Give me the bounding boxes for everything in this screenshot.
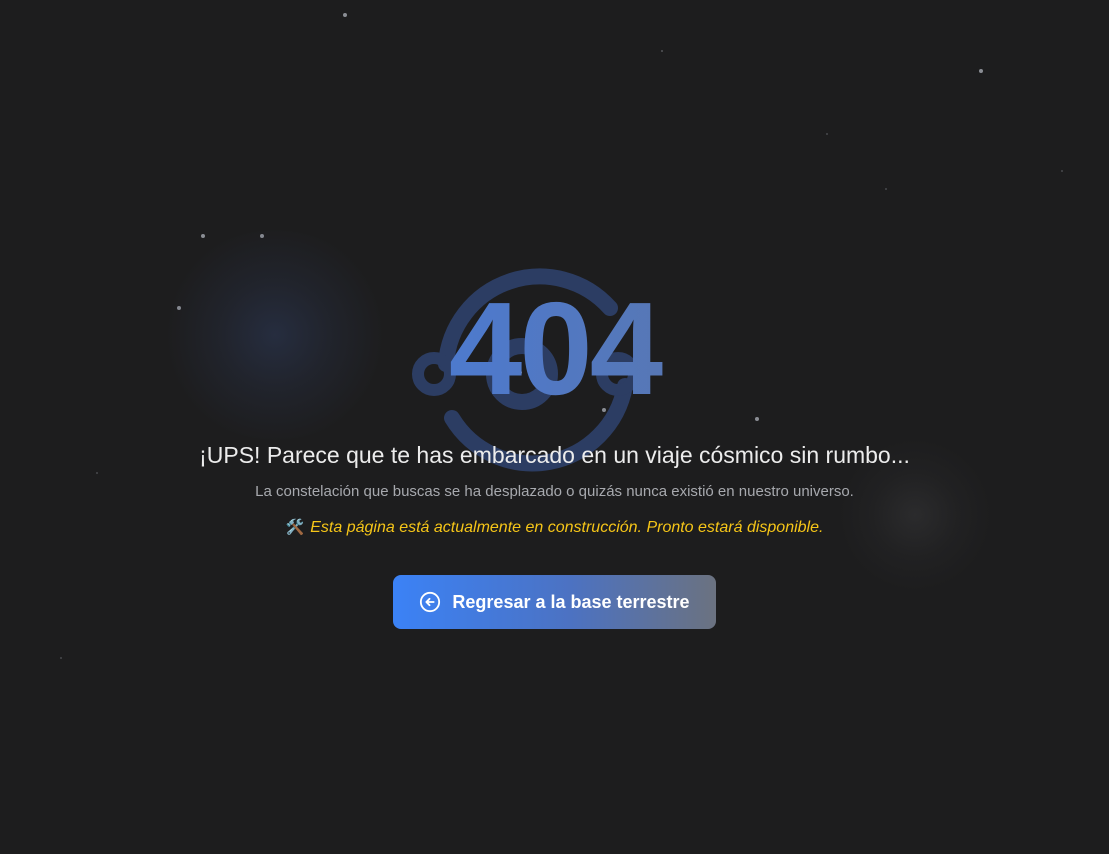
- page-title: ¡UPS! Parece que te has embarcado en un …: [199, 442, 910, 468]
- star: [96, 472, 98, 474]
- arrow-left-circle-icon: [420, 591, 441, 613]
- star: [885, 188, 887, 190]
- construction-notice: 🛠️ Esta página está actualmente en constr…: [0, 517, 1109, 539]
- tools-icon: 🛠️: [285, 519, 305, 536]
- star: [661, 50, 663, 52]
- star: [60, 657, 62, 659]
- not-found-page: 404 ¡UPS! Parece que te has embarcado en…: [0, 0, 1109, 854]
- star: [343, 13, 347, 17]
- construction-notice-text: Esta página está actualmente en construc…: [310, 519, 824, 536]
- star: [201, 234, 205, 238]
- star: [979, 69, 983, 73]
- error-description: La constelación que buscas se ha desplaz…: [255, 483, 854, 500]
- error-code: 404: [0, 274, 1109, 424]
- star: [826, 133, 828, 135]
- star: [1061, 170, 1063, 172]
- return-home-label: Regresar a la base terrestre: [452, 591, 690, 612]
- return-home-button[interactable]: Regresar a la base terrestre: [393, 575, 716, 629]
